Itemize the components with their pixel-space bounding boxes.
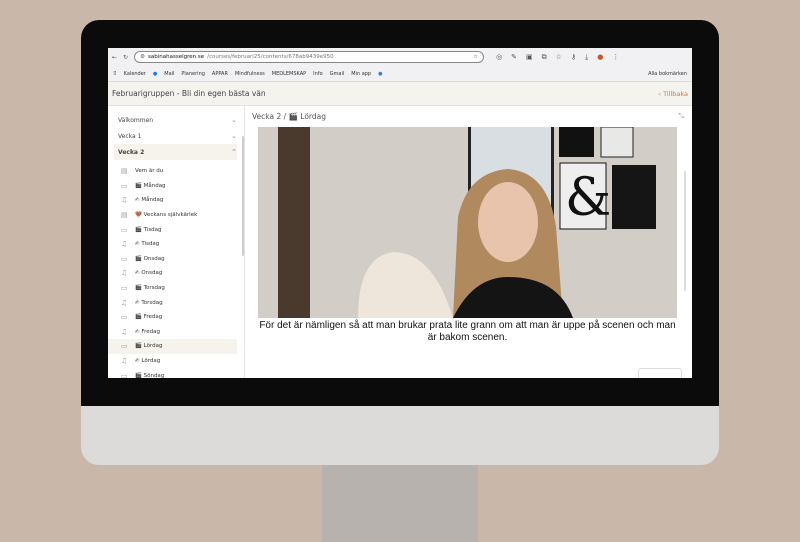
content-scrollbar[interactable]	[684, 171, 686, 291]
sidebar-item[interactable]: ▤ Vem är du	[108, 164, 244, 179]
breadcrumb: Vecka 2 / 🎬 Lördag	[252, 112, 326, 121]
chevron-down-icon: ⌄	[231, 116, 237, 124]
bookmark[interactable]: APPAR	[212, 71, 228, 77]
folder-icon: ▭	[121, 342, 128, 351]
camera-icon[interactable]: ◎	[496, 53, 502, 62]
document-icon: ▤	[121, 167, 128, 176]
download-icon[interactable]: ⤓	[585, 53, 588, 62]
sidebar-item[interactable]: ▭ 🎬 Fredag	[108, 310, 244, 325]
facebook-icon[interactable]: ●	[153, 71, 157, 77]
folder-icon: ▭	[121, 254, 128, 263]
bookmark[interactable]: Gmail	[330, 71, 345, 77]
headphones-icon: ♫	[121, 298, 128, 307]
all-bookmarks[interactable]: Alla bokmärken	[648, 71, 687, 77]
sidebar-item[interactable]: ▭ 🎬 Tisdag	[108, 222, 244, 237]
bookmark[interactable]: MEDLEMSKAP	[272, 71, 306, 77]
sidebar-item[interactable]: ▭ 🎬 Måndag	[108, 179, 244, 194]
bookmark[interactable]: Info	[313, 71, 322, 77]
sidebar-item[interactable]: ♫ ✍ Torsdag	[108, 295, 244, 310]
bookmark[interactable]: Mail	[164, 71, 174, 77]
bookmarks-bar: ⠿ Kalender ● Mail Planering APPAR Mindfu…	[108, 66, 692, 82]
headphones-icon: ♫	[121, 196, 128, 205]
course-header: Februarigruppen - Bli din egen bästa vän…	[108, 82, 692, 106]
bookmark[interactable]: Kalender	[124, 71, 146, 77]
sidebar-item[interactable]: ▭ 🎬 Onsdag	[108, 252, 244, 267]
extension-icon[interactable]: ▣	[526, 53, 533, 62]
chevron-up-icon: ⌃	[231, 148, 237, 156]
sidebar-item[interactable]: ♫ ✍ Lördag	[108, 354, 244, 369]
monitor: ← ↻ ⚙ sabinahasselgren.se/courses/februa…	[81, 20, 719, 465]
sidebar-item[interactable]: ♫ ✍ Onsdag	[108, 266, 244, 281]
apps-icon[interactable]: ⠿	[113, 71, 117, 77]
screen: ← ↻ ⚙ sabinahasselgren.se/courses/februa…	[108, 48, 692, 378]
folder-icon: ▭	[121, 371, 128, 378]
site-info-icon[interactable]: ⚙	[140, 54, 145, 60]
puzzle-icon[interactable]: ⧉	[542, 53, 547, 62]
headphones-icon: ♫	[121, 327, 128, 336]
section-valkommen[interactable]: Välkommen ⌄	[114, 112, 237, 128]
sidebar-item[interactable]: ▤ 🤎 Veckans självkärlek	[108, 208, 244, 223]
sidebar-item[interactable]: ▭ 🎬 Söndag	[108, 368, 244, 378]
bookmark-icon[interactable]: ☆	[556, 53, 562, 62]
svg-text:&: &	[565, 168, 611, 228]
pen-icon[interactable]: ✎	[511, 53, 517, 62]
monitor-stand	[322, 462, 478, 542]
bookmark[interactable]: Planering	[181, 71, 205, 77]
sidebar-item[interactable]: ▭ 🎬 Lördag	[108, 339, 237, 354]
bookmark[interactable]: Mindfulness	[235, 71, 265, 77]
sidebar: Välkommen ⌄ Vecka 1 ⌄ Vecka 2 ⌃ ▤ Vem är du ▭…	[108, 106, 245, 378]
back-icon[interactable]: ←	[112, 54, 117, 61]
course-title: Februarigruppen - Bli din egen bästa vän	[112, 89, 266, 98]
bookmark[interactable]: Min app	[351, 71, 371, 77]
reload-icon[interactable]: ↻	[123, 54, 128, 61]
browser-toolbar: ← ↻ ⚙ sabinahasselgren.se/courses/februa…	[108, 48, 692, 66]
sidebar-scrollbar[interactable]	[242, 136, 244, 256]
folder-icon: ▭	[121, 313, 128, 322]
section-vecka-2[interactable]: Vecka 2 ⌃	[114, 144, 237, 160]
content: Vecka 2 / 🎬 Lördag ⤡ & För det är nämlig…	[248, 106, 692, 378]
video-subtitle: För det är nämligen så att man brukar pr…	[259, 320, 676, 343]
headphones-icon: ♫	[121, 357, 128, 366]
folder-icon: ▭	[121, 284, 128, 293]
menu-icon[interactable]: ⋮	[612, 53, 619, 62]
headphones-icon: ♫	[121, 240, 128, 249]
sidebar-item[interactable]: ▭ 🎬 Torsdag	[108, 281, 244, 296]
video-frame: &	[258, 127, 677, 318]
headphones-icon: ♫	[121, 269, 128, 278]
floating-widget[interactable]	[638, 368, 682, 378]
folder-icon: ▭	[121, 225, 128, 234]
profile-avatar[interactable]: ●	[597, 53, 603, 62]
section-vecka-1[interactable]: Vecka 1 ⌄	[114, 128, 237, 144]
back-link[interactable]: ‹ Tillbaka	[658, 90, 688, 98]
sidebar-item[interactable]: ♫ ✍ Tisdag	[108, 237, 244, 252]
star-icon[interactable]: ☆	[473, 54, 478, 60]
folder-icon: ▭	[121, 181, 128, 190]
key-icon[interactable]: ⚷	[571, 53, 576, 62]
sidebar-item[interactable]: ♫ ✍ Måndag	[108, 193, 244, 208]
globe-icon[interactable]: ●	[378, 71, 382, 77]
address-bar[interactable]: ⚙ sabinahasselgren.se/courses/februari25…	[134, 51, 485, 63]
document-icon: ▤	[121, 211, 128, 220]
video-player[interactable]: &	[258, 127, 677, 318]
chevron-down-icon: ⌄	[231, 132, 237, 140]
expand-icon[interactable]: ⤡	[678, 112, 684, 121]
sidebar-item[interactable]: ♫ ✍ Fredag	[108, 325, 244, 340]
